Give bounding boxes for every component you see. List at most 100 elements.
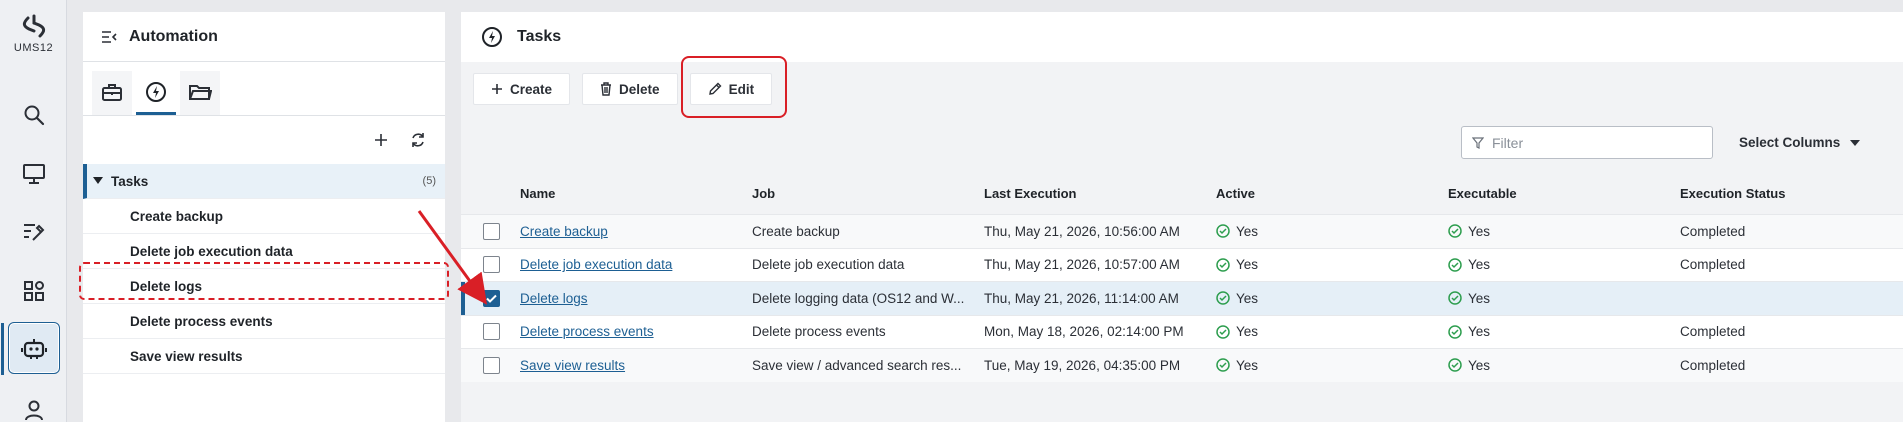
row-checkbox[interactable] [483,256,500,274]
search-icon [24,105,45,126]
plus-icon [492,84,502,94]
page-title: Tasks [517,28,562,45]
column-header-name[interactable]: Name [520,186,752,201]
check-circle-icon [1448,291,1462,305]
refresh-icon [412,133,424,147]
column-header-execution-status[interactable]: Execution Status [1680,186,1860,201]
tree-item-label: Create backup [130,208,224,224]
delete-logs-highlight [79,262,449,300]
nav-rail: UMS12 [0,0,67,422]
trash-icon [601,82,612,96]
refresh-button[interactable] [407,129,429,151]
tree-item-save-view-results[interactable]: Save view results [83,339,445,374]
create-button[interactable]: Create [473,73,571,105]
executable-value: Yes [1468,257,1491,273]
job-cell: Delete job execution data [752,257,905,273]
status-cell: Completed [1680,257,1746,273]
status-cell: Completed [1680,324,1746,340]
task-name-link[interactable]: Create backup [520,224,608,239]
table-row[interactable]: Create backup Create backup Thu, May 21,… [461,214,1903,248]
tab-folders[interactable] [180,71,220,115]
tree-node-label: Tasks [111,173,149,189]
tree-item-create-backup[interactable]: Create backup [83,199,445,234]
ums-logo-icon [22,14,45,38]
column-header-active[interactable]: Active [1216,186,1448,201]
executable-value: Yes [1468,223,1491,239]
main-header: Tasks [461,12,1903,62]
edit-button-highlight [681,56,787,118]
caret-down-icon[interactable] [93,177,103,185]
last-execution-cell: Thu, May 21, 2026, 10:56:00 AM [984,223,1180,239]
tree-item-label: Delete process events [130,313,273,329]
job-cell: Create backup [752,223,840,239]
table-row[interactable]: Delete process events Delete process eve… [461,314,1903,348]
plus-icon [375,134,387,146]
task-name-link[interactable]: Delete process events [520,324,654,339]
filter-bar: Filter Select Columns [461,116,1903,172]
add-button[interactable] [370,129,392,151]
check-circle-icon [1216,291,1230,305]
table-row[interactable]: Delete job execution data Delete job exe… [461,247,1903,281]
last-execution-cell: Tue, May 19, 2026, 04:35:00 PM [984,357,1181,373]
table-row[interactable]: Save view results Save view / advanced s… [461,348,1903,382]
active-value: Yes [1236,357,1259,373]
row-checkbox-checked[interactable] [483,289,500,307]
nav-users[interactable] [8,384,60,422]
tab-jobs[interactable] [92,71,132,115]
column-header-job[interactable]: Job [752,186,984,201]
active-value: Yes [1236,324,1259,340]
nav-search[interactable] [8,89,60,141]
delete-label: Delete [619,81,660,97]
task-name-link[interactable]: Delete logs [520,291,588,306]
last-execution-cell: Thu, May 21, 2026, 11:14:00 AM [984,290,1179,306]
filter-icon [1472,136,1484,149]
filter-input[interactable]: Filter [1461,126,1713,159]
row-checkbox[interactable] [483,222,500,240]
tree-node-count: (5) [422,175,436,187]
job-cell: Save view / advanced search res... [752,357,962,373]
active-value: Yes [1236,290,1259,306]
tree-panel-header: Automation [83,12,445,62]
tasks-table: Name Job Last Execution Active Executabl… [461,172,1903,382]
select-columns-dropdown[interactable]: Select Columns [1739,126,1861,159]
select-columns-label: Select Columns [1739,135,1841,150]
task-name-link[interactable]: Save view results [520,358,625,373]
check-circle-icon [1448,358,1462,372]
tree-item-label: Save view results [130,348,243,364]
check-circle-icon [1448,224,1462,238]
user-icon [25,400,43,421]
tasks-main-panel: Tasks Create Delete Edit Filter Select C… [461,12,1903,422]
task-name-link[interactable]: Delete job execution data [520,257,672,272]
nav-devices[interactable] [8,148,60,200]
nav-configuration[interactable] [8,206,60,258]
tree-node-tasks[interactable]: Tasks (5) [83,164,445,199]
delete-button[interactable]: Delete [582,73,678,105]
row-checkbox[interactable] [483,323,500,341]
check-circle-icon [1216,358,1230,372]
tab-tasks[interactable] [136,71,176,115]
column-header-executable[interactable]: Executable [1448,186,1680,201]
collapse-sidebar-icon[interactable] [101,30,117,44]
tree-item-delete-process-events[interactable]: Delete process events [83,304,445,339]
check-circle-icon [1448,258,1462,272]
executable-value: Yes [1468,290,1491,306]
row-checkbox[interactable] [483,356,500,374]
last-execution-cell: Mon, May 18, 2026, 02:14:00 PM [984,324,1184,340]
tree-item-label: Delete job execution data [130,243,293,259]
table-row-selected[interactable]: Delete logs Delete logging data (OS12 an… [461,281,1903,315]
monitor-icon [23,164,45,184]
table-header: Name Job Last Execution Active Executabl… [461,172,1903,214]
check-circle-icon [1448,325,1462,339]
column-header-last-execution[interactable]: Last Execution [984,186,1216,201]
job-cell: Delete process events [752,324,886,340]
caret-down-icon [1850,139,1861,146]
nav-automation[interactable] [1,322,60,375]
filter-placeholder: Filter [1492,134,1524,151]
check-circle-icon [1216,258,1230,272]
folder-icon [189,84,212,100]
apps-grid-icon [24,281,44,301]
status-cell: Completed [1680,223,1746,239]
job-cell: Delete logging data (OS12 and W... [752,290,965,306]
create-label: Create [510,81,553,97]
nav-apps[interactable] [8,265,60,317]
